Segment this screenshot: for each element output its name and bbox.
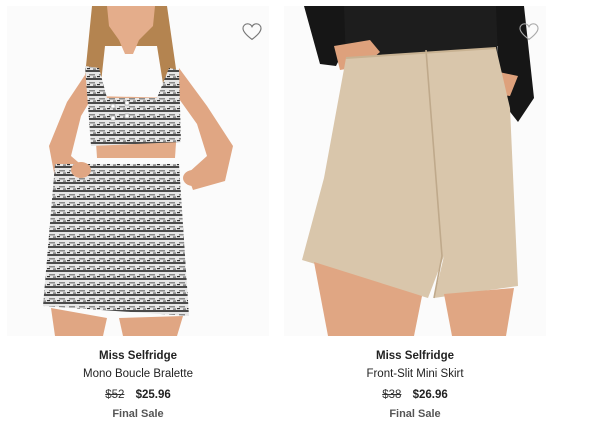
product-name-link[interactable]: Front-Slit Mini Skirt [284, 365, 546, 385]
product-card[interactable]: Miss Selfridge Mono Boucle Bralette $52 … [7, 0, 269, 420]
final-sale-badge: Final Sale [389, 408, 441, 420]
sale-price: $25.96 [135, 389, 171, 401]
original-price: $52 [105, 389, 125, 401]
product-image[interactable] [7, 6, 269, 336]
product-info: Miss Selfridge Mono Boucle Bralette $52 … [7, 347, 269, 423]
product-prices: $52 $25.96 [7, 385, 269, 405]
product-brand: Miss Selfridge [376, 350, 454, 362]
product-grid: Miss Selfridge Mono Boucle Bralette $52 … [0, 0, 602, 420]
product-brand: Miss Selfridge [99, 350, 177, 362]
product-card[interactable]: Miss Selfridge Front-Slit Mini Skirt $38… [284, 0, 546, 420]
product-prices: $38 $26.96 [284, 385, 546, 405]
wishlist-button[interactable] [516, 20, 542, 44]
product-name-link[interactable]: Mono Boucle Bralette [7, 365, 269, 385]
heart-outline-icon [519, 23, 539, 41]
product-image[interactable] [284, 6, 546, 336]
heart-outline-icon [242, 23, 262, 41]
sale-price: $26.96 [412, 389, 448, 401]
final-sale-badge: Final Sale [112, 408, 164, 420]
original-price: $38 [382, 389, 402, 401]
product-info: Miss Selfridge Front-Slit Mini Skirt $38… [284, 347, 546, 423]
wishlist-button[interactable] [239, 20, 265, 44]
